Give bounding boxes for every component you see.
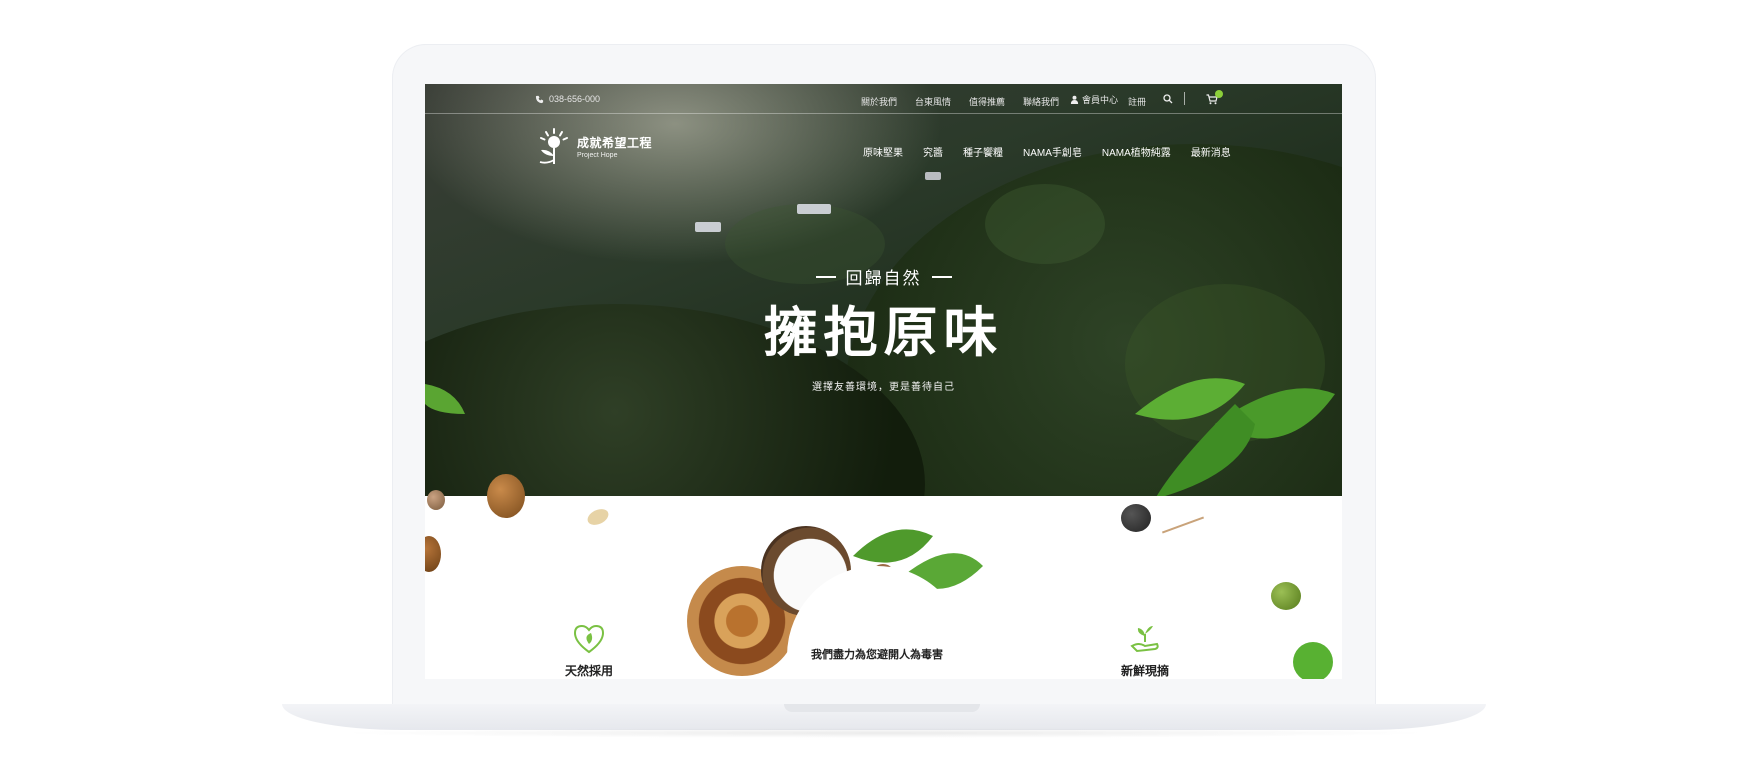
features-section: 我們盡力為您避開人為毒害 天然採用 新鮮現摘 bbox=[425, 474, 1342, 679]
member-center-label: 會員中心 bbox=[1082, 95, 1119, 105]
nav-item-hydrosol[interactable]: NAMA植物純露 bbox=[1102, 144, 1171, 159]
hillside-house bbox=[797, 204, 831, 214]
logo-name-en: Project Hope bbox=[577, 151, 618, 159]
dash-right bbox=[931, 275, 952, 278]
heart-leaf-icon bbox=[573, 624, 605, 654]
nut-image bbox=[425, 536, 441, 572]
nav-item-seeds[interactable]: 種子饗糧 bbox=[963, 144, 1003, 159]
hero-subtitle-text: 回歸自然 bbox=[845, 269, 922, 289]
top-bar: 038-656-000 關於我們 台東風情 值得推薦 聯絡我們 會員中心 註冊 bbox=[425, 84, 1342, 114]
twig-image bbox=[1161, 516, 1205, 534]
member-center-link[interactable]: 會員中心 bbox=[1070, 93, 1118, 106]
hillside-house bbox=[695, 222, 721, 232]
hero-title: 擁抱原味 bbox=[763, 300, 1004, 364]
nav-item-news[interactable]: 最新消息 bbox=[1191, 144, 1231, 159]
phone-number: 038-656-000 bbox=[549, 94, 601, 104]
nav-item-soap[interactable]: NAMA手創皂 bbox=[1023, 144, 1082, 159]
forest-patch bbox=[985, 184, 1105, 264]
feature-natural: 天然採用 bbox=[549, 624, 629, 679]
phone-contact[interactable]: 038-656-000 bbox=[535, 94, 600, 104]
top-link-about[interactable]: 關於我們 bbox=[861, 95, 897, 108]
search-icon[interactable] bbox=[1163, 94, 1173, 104]
dash-left bbox=[815, 275, 836, 278]
top-link-recommend[interactable]: 值得推薦 bbox=[969, 95, 1005, 108]
hazelnut-image bbox=[487, 474, 525, 518]
logo-name-cn: 成就希望工程 bbox=[577, 135, 653, 150]
olive-image bbox=[1271, 582, 1301, 610]
top-link-taitung[interactable]: 台東風情 bbox=[915, 95, 951, 108]
cart-badge bbox=[1215, 90, 1223, 98]
hero-banner: 038-656-000 關於我們 台東風情 值得推薦 聯絡我們 會員中心 註冊 bbox=[425, 84, 1342, 496]
hand-sprout-icon bbox=[1130, 626, 1159, 653]
register-link[interactable]: 註冊 bbox=[1128, 95, 1146, 108]
hero-subtitle: 回歸自然 bbox=[425, 264, 1342, 289]
phone-icon bbox=[535, 95, 544, 103]
feature-fresh-label: 新鮮現摘 bbox=[1120, 664, 1169, 678]
main-navigation: 原味堅果 究醬 種子饗糧 NAMA手創皂 NAMA植物純露 最新消息 bbox=[863, 144, 1231, 159]
leaf-image bbox=[1293, 642, 1333, 679]
top-links: 關於我們 台東風情 值得推薦 聯絡我們 bbox=[861, 95, 1059, 108]
laptop-notch bbox=[784, 704, 980, 712]
browser-screen: 038-656-000 關於我們 台東風情 值得推薦 聯絡我們 會員中心 註冊 bbox=[425, 84, 1342, 679]
nav-item-sauce[interactable]: 究醬 bbox=[923, 144, 943, 159]
feature-natural-label: 天然採用 bbox=[564, 664, 613, 678]
topbar-divider bbox=[1184, 92, 1185, 105]
feature-fresh: 新鮮現摘 bbox=[1105, 624, 1185, 679]
leaf-decoration-icon bbox=[1135, 378, 1335, 496]
nav-item-nuts[interactable]: 原味堅果 bbox=[863, 144, 903, 159]
center-feature-label: 我們盡力為您避開人為毒害 bbox=[811, 648, 943, 661]
site-logo[interactable]: 成就希望工程 Project Hope bbox=[535, 126, 652, 166]
leaf-decoration-icon bbox=[425, 384, 465, 414]
top-link-contact[interactable]: 聯絡我們 bbox=[1023, 95, 1059, 108]
almond-shell-image bbox=[585, 506, 611, 528]
laptop-shadow bbox=[330, 728, 1440, 738]
sun-sprout-logo-icon bbox=[539, 128, 568, 164]
user-icon bbox=[1070, 95, 1079, 104]
hillside-house bbox=[925, 172, 941, 180]
nut-image bbox=[427, 490, 445, 510]
dark-fruit-image bbox=[1121, 504, 1151, 532]
